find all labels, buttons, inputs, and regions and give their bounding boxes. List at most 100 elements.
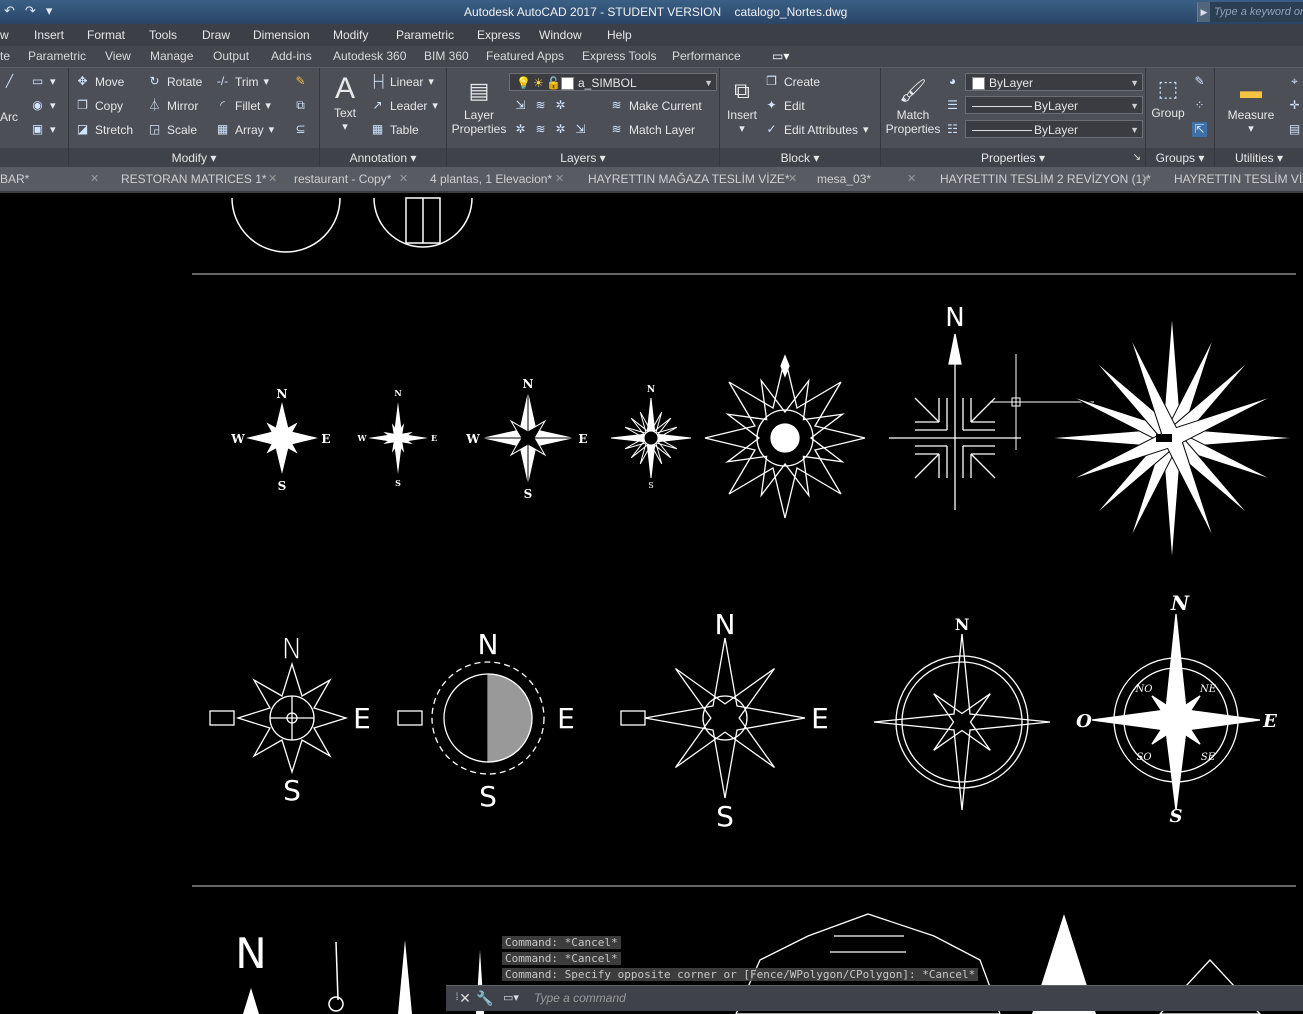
panel-footer-draw[interactable] (0, 148, 68, 168)
edit-block-button[interactable]: ✦ Edit (764, 98, 804, 113)
panel-footer-annotation[interactable]: Annotation ▾ (320, 148, 446, 168)
arc-tool-icon[interactable]: ╱ (2, 74, 17, 89)
menu-draw[interactable]: Draw (202, 28, 230, 42)
command-input[interactable]: Type a command (534, 991, 626, 1005)
tab-featured-apps[interactable]: Featured Apps (486, 49, 564, 63)
menu-help[interactable]: Help (607, 28, 632, 42)
close-icon[interactable]: ✕ (555, 170, 564, 189)
search-placeholder[interactable]: Type a keyword or (1214, 6, 1303, 18)
ribbon-toggle-icon[interactable]: ▭▾ (772, 49, 789, 63)
boundary-icon[interactable]: ▣ ▾ (30, 122, 56, 137)
offset-button[interactable]: ⊆ (293, 122, 308, 137)
close-icon[interactable]: ✕ (456, 989, 474, 1007)
close-icon[interactable]: ✕ (399, 170, 408, 189)
tab-autodesk360[interactable]: Autodesk 360 (333, 49, 406, 63)
expand-arrow-icon[interactable]: ▶ (1198, 2, 1210, 22)
menu-tools[interactable]: Tools (149, 28, 177, 42)
hatch-icon[interactable]: ◉ ▾ (30, 98, 55, 113)
panel-footer-utilities[interactable]: Utilities ▾ (1215, 148, 1303, 168)
close-icon[interactable]: ✕ (90, 170, 99, 189)
file-tab[interactable]: BAR* ✕ (0, 170, 99, 189)
menu-window[interactable]: Window (539, 28, 582, 42)
file-tab[interactable]: HAYRETTIN TESLİM 2 REVİZYON (1)* ✕ (940, 170, 1151, 189)
recent-commands-icon[interactable]: ▭▾ (502, 989, 520, 1007)
layer-off-icon[interactable]: ≋ (533, 98, 548, 113)
close-icon[interactable]: ✕ (1141, 170, 1150, 189)
layer-dropdown[interactable]: 💡 ☀ 🔓 a_SIMBOL ▼ (509, 73, 717, 91)
menu-dimension[interactable]: Dimension (253, 28, 310, 42)
layer-match-icon[interactable]: ⇲ (573, 122, 588, 137)
arc-button[interactable]: Arc (0, 110, 18, 124)
id-point-icon[interactable]: ✛ (1287, 98, 1302, 113)
layer-isolate-icon[interactable]: ⇲ (513, 98, 528, 113)
edit-attributes-button[interactable]: ✓ Edit Attributes ▾ (764, 122, 868, 137)
group-selection-icon[interactable]: ⇱ (1192, 122, 1207, 137)
layer-lock-icon[interactable]: ✲ (513, 122, 528, 137)
rectangle-icon[interactable]: ▭ ▾ (30, 74, 56, 89)
leader-button[interactable]: ↗ Leader ▾ (370, 98, 437, 113)
panel-footer-groups[interactable]: Groups ▾ (1146, 148, 1214, 168)
file-tab[interactable]: HAYRETTIN TESLİM VİZE (1174, 170, 1303, 189)
customize-wrench-icon[interactable]: 🔧 (476, 989, 494, 1007)
tab-view[interactable]: View (105, 49, 131, 63)
mirror-button[interactable]: ⏃ Mirror (147, 98, 198, 113)
linetype-dropdown[interactable]: ByLayer ▼ (965, 96, 1143, 114)
tab-partial[interactable]: te (0, 49, 10, 63)
rotate-button[interactable]: ↻ Rotate (147, 74, 202, 89)
insert-block-button[interactable]: ⧉ Insert ▾ (724, 74, 760, 136)
tab-performance[interactable]: Performance (672, 49, 741, 63)
close-icon[interactable]: ✕ (268, 170, 277, 189)
menu-modify[interactable]: Modify (333, 28, 368, 42)
layer-freeze-icon[interactable]: ✲ (553, 98, 568, 113)
drawing-canvas[interactable]: N S E W N S E W N S E W N S N N S E N S … (0, 193, 1303, 1014)
undo-icon[interactable]: ↶ (4, 3, 15, 19)
measure-button[interactable]: ▬ Measure ▾ (1223, 74, 1279, 136)
tab-express-tools[interactable]: Express Tools (582, 49, 656, 63)
group-button[interactable]: ⬚ Group (1148, 72, 1188, 120)
explode-button[interactable]: ⧉ (293, 98, 308, 113)
menu-parametric[interactable]: Parametric (396, 28, 454, 42)
ungroup-icon[interactable]: ⁘ (1192, 98, 1207, 113)
lineweight-dropdown[interactable]: ByLayer ▼ (965, 120, 1143, 138)
close-icon[interactable]: ✕ (788, 170, 797, 189)
tab-addins[interactable]: Add-ins (271, 49, 312, 63)
trim-button[interactable]: -/- Trim ▾ (215, 74, 269, 89)
dialog-launcher-icon[interactable]: ↘ (1133, 148, 1141, 168)
linear-dimension-button[interactable]: ├┤ Linear ▾ (370, 74, 434, 89)
create-block-button[interactable]: ❐ Create (764, 74, 820, 89)
copy-button[interactable]: ❐ Copy (75, 98, 123, 113)
menu-express[interactable]: Express (477, 28, 520, 42)
quick-calc-icon[interactable]: ⌖ (1287, 74, 1302, 89)
file-tab[interactable]: HAYRETTIN MAĞAZA TESLİM VİZE* ✕ (588, 170, 797, 189)
text-button[interactable]: A Text ▾ (328, 72, 362, 134)
tab-output[interactable]: Output (213, 49, 249, 63)
layer-walk-icon[interactable]: ≋ (533, 122, 548, 137)
fillet-button[interactable]: ◜ Fillet ▾ (215, 98, 271, 113)
array-button[interactable]: ▦ Array ▾ (215, 122, 274, 137)
move-button[interactable]: ✥ Move (75, 74, 124, 89)
make-current-button[interactable]: ≋ Make Current (609, 98, 701, 113)
tab-manage[interactable]: Manage (150, 49, 193, 63)
layer-properties-button[interactable]: ▤ Layer Properties (451, 74, 507, 136)
match-properties-button[interactable]: 🖌 Match Properties (883, 74, 943, 136)
panel-footer-properties[interactable]: Properties ▾ ↘ (881, 148, 1145, 168)
file-tab[interactable]: restaurant - Copy* ✕ (294, 170, 408, 189)
erase-button[interactable]: ✎ (293, 74, 308, 89)
calculator-icon[interactable]: ▤ (1287, 122, 1302, 137)
tab-parametric[interactable]: Parametric (28, 49, 86, 63)
tab-bim360[interactable]: BIM 360 (424, 49, 469, 63)
group-edit-icon[interactable]: ✎ (1192, 74, 1207, 89)
panel-footer-layers[interactable]: Layers ▾ (447, 148, 719, 168)
scale-button[interactable]: ◲ Scale (147, 122, 197, 137)
menu-view-partial[interactable]: w (0, 28, 9, 42)
search-box[interactable]: ▶ Type a keyword or (1197, 2, 1303, 22)
color-dropdown[interactable]: ByLayer ▼ (965, 73, 1143, 91)
qat-customize-icon[interactable]: ▾ (46, 3, 53, 19)
file-tab[interactable]: 4 plantas, 1 Elevacion* ✕ (430, 170, 564, 189)
file-tab[interactable]: RESTORAN MATRICES 1* ✕ (121, 170, 277, 189)
match-layer-button[interactable]: ≋ Match Layer (609, 122, 695, 137)
menu-insert[interactable]: Insert (34, 28, 64, 42)
redo-icon[interactable]: ↷ (25, 3, 36, 19)
panel-footer-modify[interactable]: Modify ▾ (69, 148, 319, 168)
table-button[interactable]: ▦ Table (370, 122, 419, 137)
